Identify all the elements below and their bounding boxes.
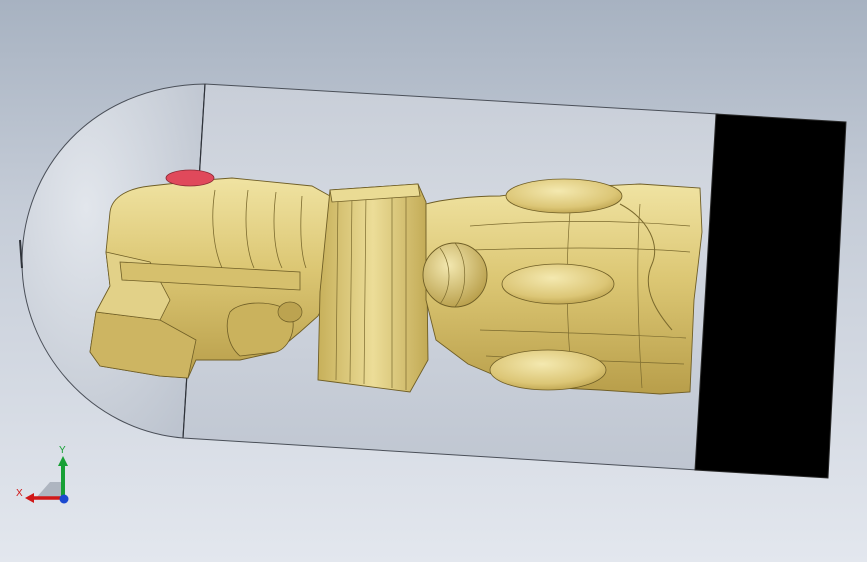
gold-assembly[interactable] xyxy=(89,169,703,395)
end-cap[interactable] xyxy=(694,113,847,479)
collar xyxy=(317,183,429,393)
pill-middle xyxy=(501,263,615,305)
x-axis-label: X xyxy=(16,488,23,499)
coordinate-triad: X Y xyxy=(16,445,69,504)
triad-plane xyxy=(36,482,64,498)
capsule-back-edge xyxy=(19,239,23,269)
head-socket-hole xyxy=(277,301,303,323)
y-axis-label: Y xyxy=(59,445,66,456)
pill-top xyxy=(505,178,623,214)
z-axis-dot xyxy=(59,494,69,504)
joint-ball xyxy=(422,242,488,308)
red-marker[interactable] xyxy=(165,169,215,187)
x-arrow-icon xyxy=(25,493,34,503)
y-arrow-icon xyxy=(58,456,68,466)
graphics-viewport[interactable] xyxy=(0,0,867,562)
pill-bottom xyxy=(489,349,607,391)
